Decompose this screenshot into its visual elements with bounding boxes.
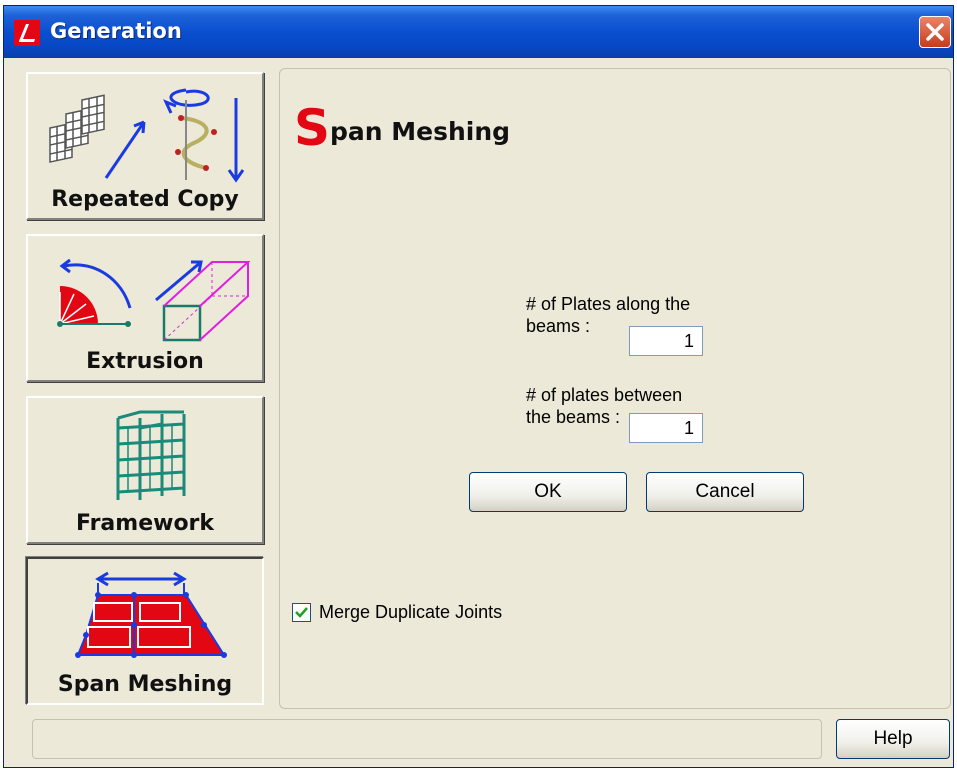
- repeated-copy-icon: [49, 88, 245, 183]
- status-bar: [32, 719, 822, 759]
- cancel-button[interactable]: Cancel: [646, 472, 804, 512]
- span-meshing-icon: [75, 571, 227, 658]
- title-bar[interactable]: Generation: [4, 6, 953, 58]
- extrusion-label: Extrusion: [86, 349, 204, 374]
- merge-duplicate-joints-checkbox[interactable]: [292, 603, 311, 622]
- window-title: Generation: [50, 19, 182, 43]
- checkmark-icon: [295, 607, 308, 618]
- close-icon: [926, 23, 944, 41]
- framework-icon: [116, 410, 186, 500]
- repeated-copy-label: Repeated Copy: [51, 187, 239, 212]
- extrusion-button[interactable]: Extrusion: [26, 234, 264, 382]
- plates-between-beams-input[interactable]: 1: [629, 413, 703, 443]
- panel-title: Span Meshing: [294, 103, 510, 153]
- close-button[interactable]: [919, 16, 951, 48]
- extrusion-icon: [57, 258, 251, 342]
- framework-button[interactable]: Framework: [26, 396, 264, 544]
- generation-dialog: Generation Repeated Copy Extrusion Frame…: [3, 5, 954, 768]
- repeated-copy-button[interactable]: Repeated Copy: [26, 72, 264, 220]
- span-meshing-button[interactable]: Span Meshing: [26, 557, 264, 705]
- ok-button[interactable]: OK: [469, 472, 627, 512]
- plates-along-label-line1: # of Plates along the: [526, 294, 691, 314]
- app-logo-icon: [14, 20, 40, 46]
- panel-title-rest: pan Meshing: [330, 117, 511, 146]
- span-meshing-label: Span Meshing: [57, 672, 233, 697]
- merge-duplicate-joints-label: Merge Duplicate Joints: [319, 602, 503, 622]
- plates-along-beams-input[interactable]: 1: [629, 326, 703, 356]
- panel-title-initial: S: [294, 99, 331, 157]
- framework-label: Framework: [75, 511, 215, 536]
- help-button[interactable]: Help: [836, 719, 950, 759]
- plates-between-label-line1: # of plates between: [526, 385, 683, 405]
